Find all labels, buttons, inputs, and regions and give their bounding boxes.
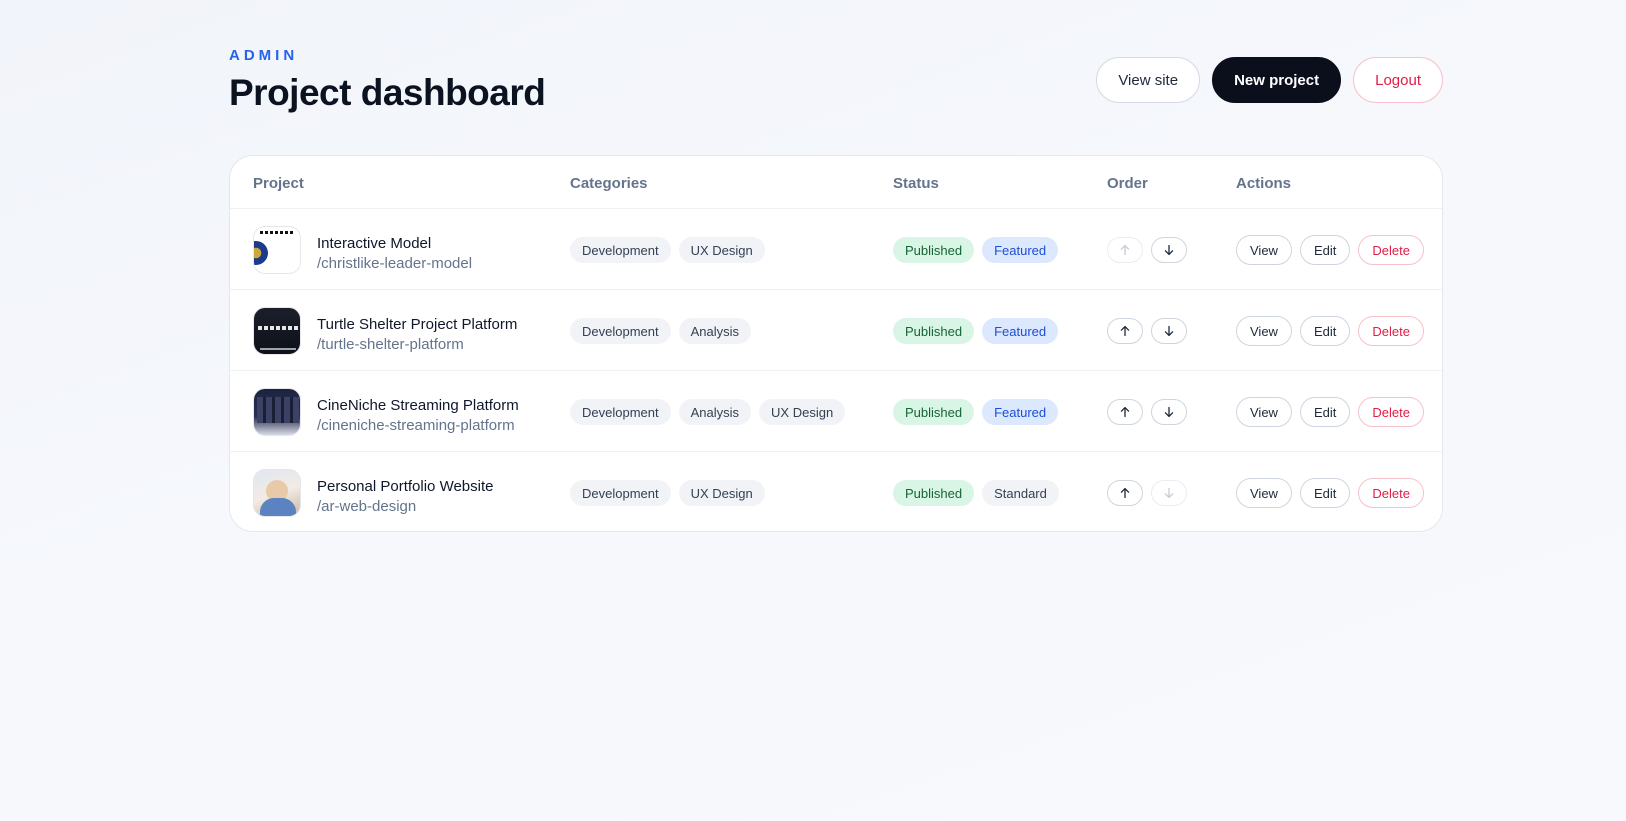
project-thumbnail xyxy=(253,469,301,517)
category-chip: Development xyxy=(570,318,671,344)
dashboard-container: ADMIN Project dashboard View site New pr… xyxy=(229,0,1443,532)
move-down-icon[interactable] xyxy=(1151,237,1187,263)
page-header: ADMIN Project dashboard View site New pr… xyxy=(229,0,1443,155)
delete-button[interactable]: Delete xyxy=(1358,397,1424,427)
row-actions: View Edit Delete xyxy=(1236,235,1424,265)
column-header-project: Project xyxy=(253,175,304,192)
project-slug: /ar-web-design xyxy=(317,498,417,515)
project-thumbnail xyxy=(253,307,301,355)
move-down-icon xyxy=(1151,480,1187,506)
status-list: Published Featured xyxy=(893,318,1059,344)
edit-button[interactable]: Edit xyxy=(1299,316,1351,346)
status-badge: Published xyxy=(893,318,975,344)
category-chip: UX Design xyxy=(678,237,765,263)
order-controls xyxy=(1107,399,1187,425)
status-badge: Published xyxy=(893,237,975,263)
arrow-down-glyph xyxy=(1164,325,1174,337)
move-up-icon[interactable] xyxy=(1107,399,1143,425)
view-button[interactable]: View xyxy=(1236,316,1292,346)
row-actions: View Edit Delete xyxy=(1236,316,1424,346)
column-header-categories: Categories xyxy=(570,175,648,192)
column-header-order: Order xyxy=(1107,175,1148,192)
category-chip: Analysis xyxy=(678,399,752,425)
category-chip: Development xyxy=(570,399,671,425)
project-name: Turtle Shelter Project Platform xyxy=(317,316,518,333)
project-slug: /cineniche-streaming-platform xyxy=(317,417,515,434)
table-row: CineNiche Streaming Platform /cineniche-… xyxy=(230,371,1442,452)
move-down-icon[interactable] xyxy=(1151,318,1187,344)
projects-table: Project Categories Status Order Actions … xyxy=(229,155,1443,532)
arrow-up-glyph xyxy=(1120,325,1130,337)
category-chip: UX Design xyxy=(759,399,846,425)
delete-button[interactable]: Delete xyxy=(1358,316,1424,346)
status-badge: Featured xyxy=(982,237,1059,263)
row-actions: View Edit Delete xyxy=(1236,397,1424,427)
page-title: Project dashboard xyxy=(229,72,546,113)
column-header-actions: Actions xyxy=(1236,175,1292,192)
status-badge: Featured xyxy=(982,399,1059,425)
row-actions: View Edit Delete xyxy=(1236,478,1424,508)
category-chip: Development xyxy=(570,237,671,263)
column-header-status: Status xyxy=(893,175,939,192)
arrow-down-glyph xyxy=(1164,244,1174,256)
status-badge: Standard xyxy=(982,480,1059,506)
table-row: Interactive Model /christlike-leader-mod… xyxy=(230,209,1442,290)
arrow-up-glyph xyxy=(1120,406,1130,418)
category-list: Development UX Design xyxy=(570,237,765,263)
project-thumbnail xyxy=(253,388,301,436)
arrow-down-glyph xyxy=(1164,406,1174,418)
arrow-up-glyph xyxy=(1120,487,1130,499)
admin-page: ADMIN Project dashboard View site New pr… xyxy=(0,0,1626,821)
delete-button[interactable]: Delete xyxy=(1358,235,1424,265)
status-list: Published Featured xyxy=(893,399,1059,425)
status-badge: Published xyxy=(893,480,975,506)
header-actions: View site New project Logout xyxy=(1096,57,1443,103)
view-button[interactable]: View xyxy=(1236,478,1292,508)
eyebrow-label: ADMIN xyxy=(229,47,299,64)
project-name: Interactive Model xyxy=(317,235,432,252)
project-name: CineNiche Streaming Platform xyxy=(317,397,519,414)
status-badge: Featured xyxy=(982,318,1059,344)
category-chip: UX Design xyxy=(678,480,765,506)
view-site-button[interactable]: View site xyxy=(1096,57,1201,103)
status-list: Published Featured xyxy=(893,237,1059,263)
view-button[interactable]: View xyxy=(1236,235,1292,265)
table-row: Personal Portfolio Website /ar-web-desig… xyxy=(230,452,1442,531)
order-controls xyxy=(1107,237,1187,263)
table-body: Interactive Model /christlike-leader-mod… xyxy=(230,209,1442,531)
category-list: Development Analysis UX Design xyxy=(570,399,846,425)
category-chip: Analysis xyxy=(678,318,752,344)
project-thumbnail xyxy=(253,226,301,274)
view-button[interactable]: View xyxy=(1236,397,1292,427)
arrow-down-glyph xyxy=(1164,487,1174,499)
move-up-icon[interactable] xyxy=(1107,318,1143,344)
project-slug: /turtle-shelter-platform xyxy=(317,336,464,353)
delete-button[interactable]: Delete xyxy=(1358,478,1424,508)
category-list: Development UX Design xyxy=(570,480,765,506)
category-list: Development Analysis xyxy=(570,318,752,344)
arrow-up-glyph xyxy=(1120,244,1130,256)
project-slug: /christlike-leader-model xyxy=(317,255,473,272)
edit-button[interactable]: Edit xyxy=(1299,235,1351,265)
order-controls xyxy=(1107,480,1187,506)
move-up-icon xyxy=(1107,237,1143,263)
status-list: Published Standard xyxy=(893,480,1059,506)
logout-button[interactable]: Logout xyxy=(1353,57,1443,103)
edit-button[interactable]: Edit xyxy=(1299,478,1351,508)
table-header: Project Categories Status Order Actions xyxy=(230,156,1442,209)
new-project-button[interactable]: New project xyxy=(1212,57,1342,103)
order-controls xyxy=(1107,318,1187,344)
status-badge: Published xyxy=(893,399,975,425)
project-name: Personal Portfolio Website xyxy=(317,478,494,495)
move-down-icon[interactable] xyxy=(1151,399,1187,425)
move-up-icon[interactable] xyxy=(1107,480,1143,506)
category-chip: Development xyxy=(570,480,671,506)
edit-button[interactable]: Edit xyxy=(1299,397,1351,427)
table-row: Turtle Shelter Project Platform /turtle-… xyxy=(230,290,1442,371)
